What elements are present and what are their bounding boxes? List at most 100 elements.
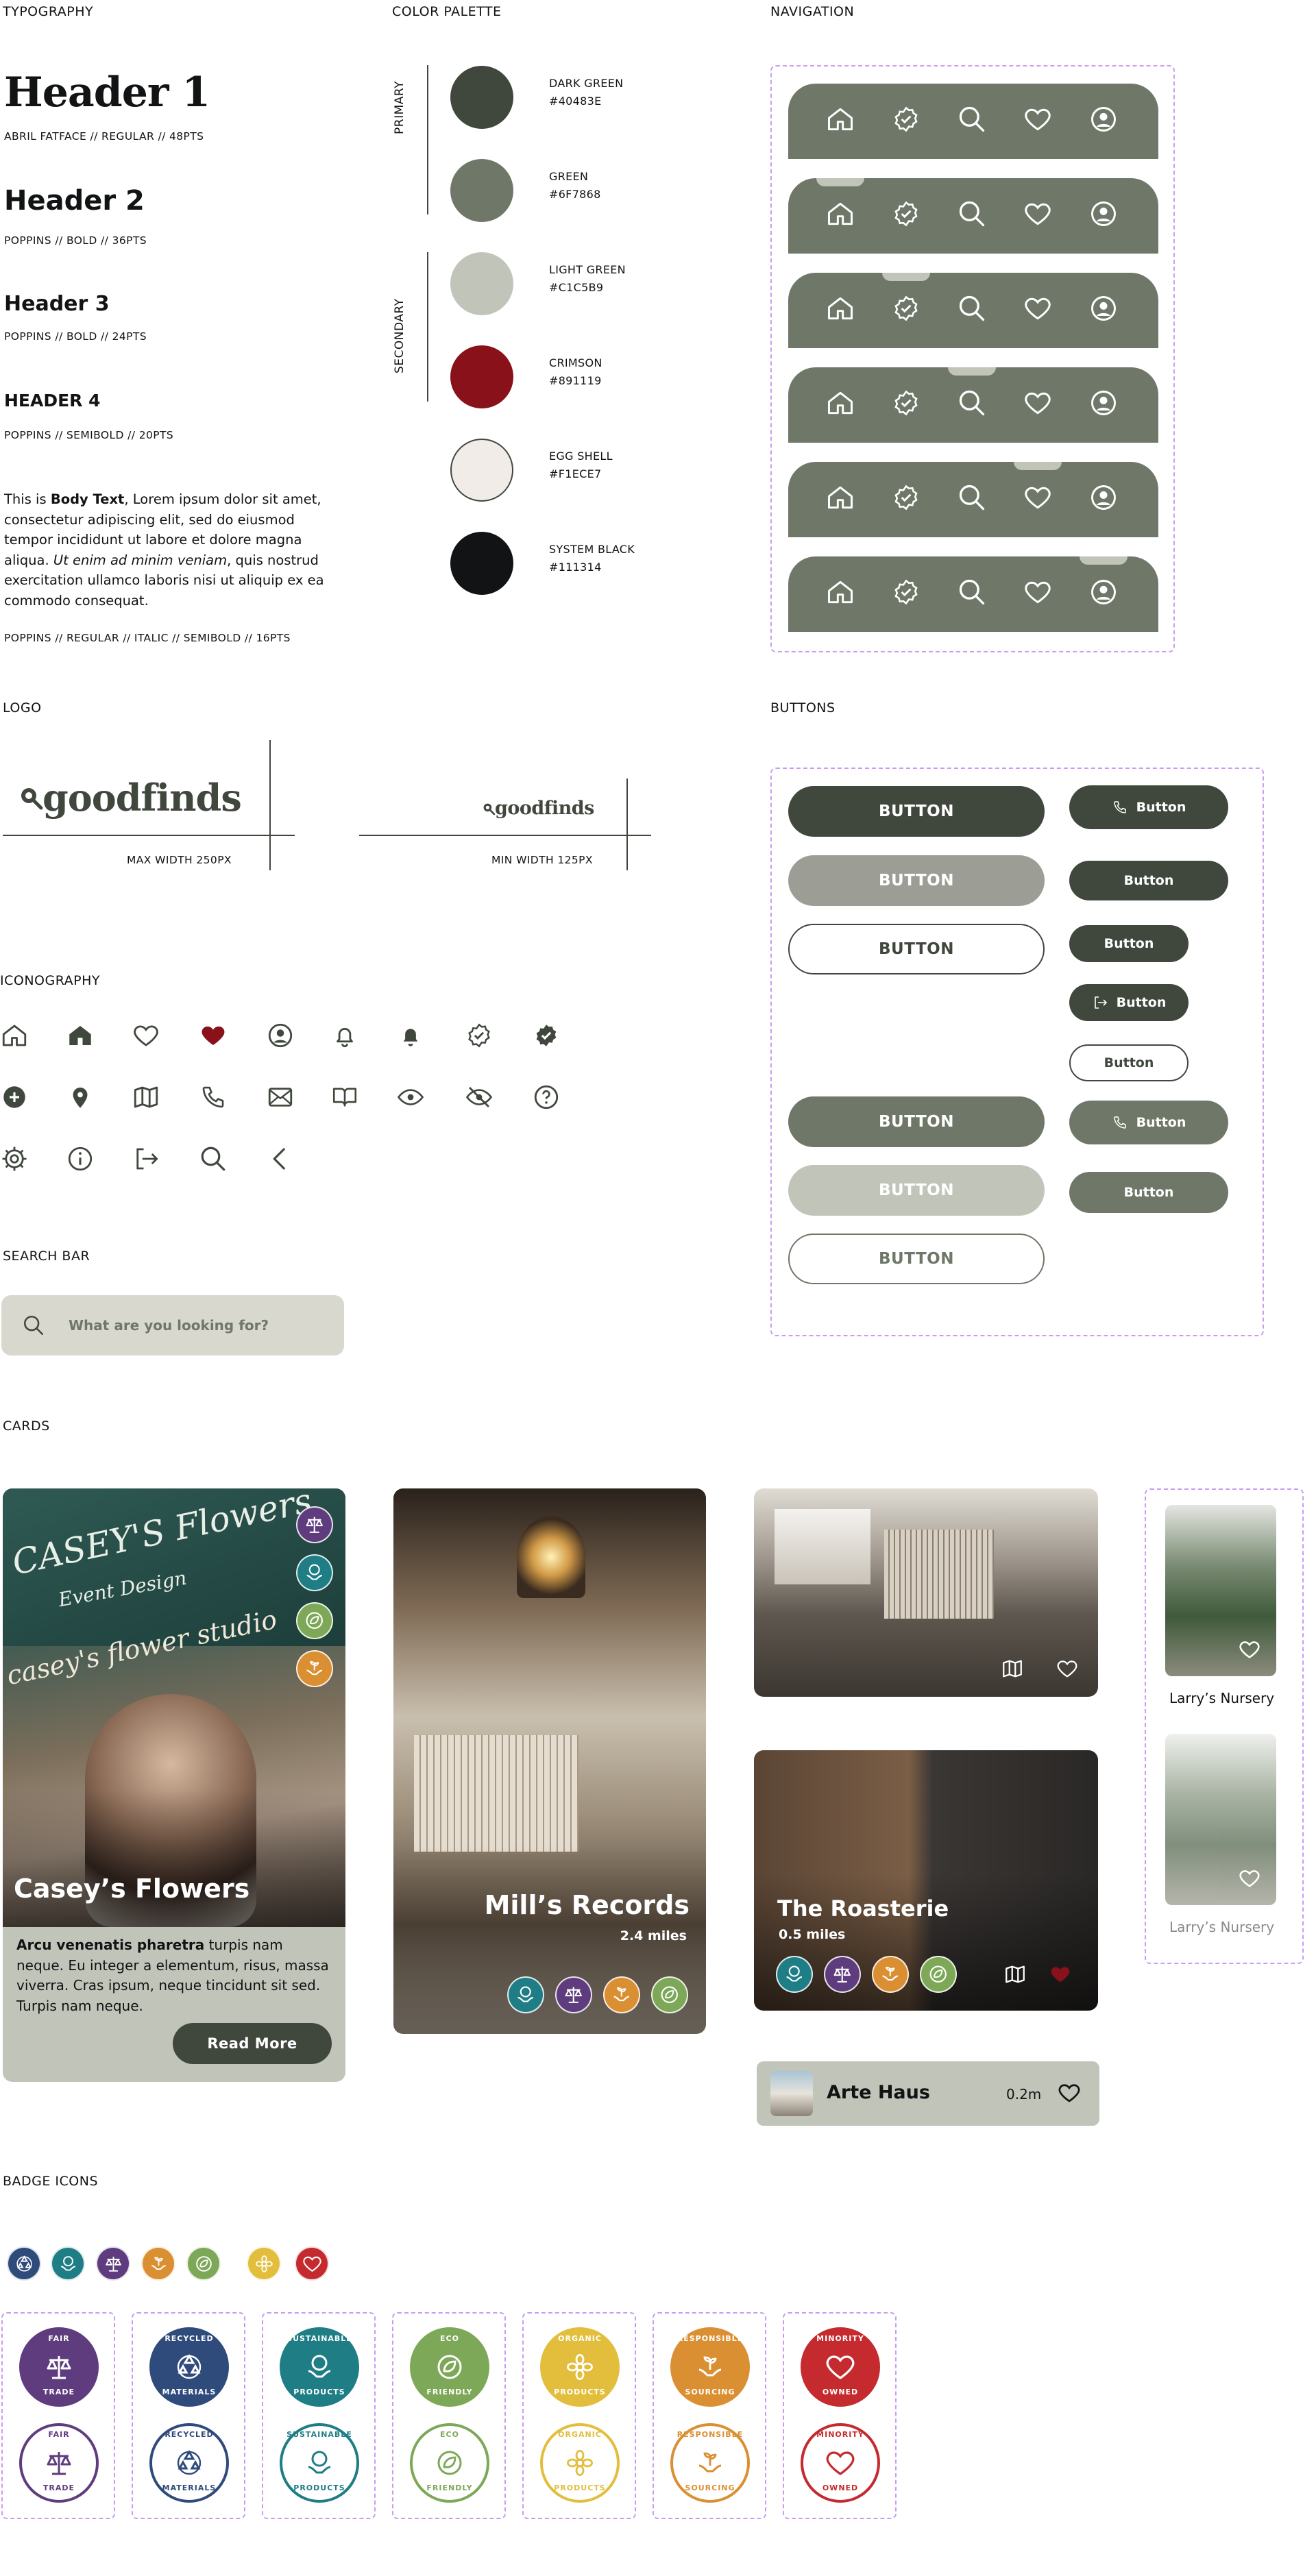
heart-filled-icon[interactable] bbox=[199, 1021, 228, 1050]
home-icon[interactable] bbox=[0, 1021, 29, 1050]
verified-icon[interactable] bbox=[891, 577, 921, 607]
logo-min-label: MIN WIDTH 125PX bbox=[491, 854, 593, 866]
navbar[interactable] bbox=[788, 367, 1158, 443]
small-button[interactable]: Button bbox=[1069, 785, 1228, 829]
user-icon[interactable] bbox=[1088, 199, 1119, 229]
flower-icon bbox=[567, 2354, 593, 2380]
eye-icon[interactable] bbox=[396, 1083, 425, 1112]
large-button[interactable]: BUTTON bbox=[788, 1096, 1045, 1147]
heart-icon[interactable] bbox=[1023, 199, 1053, 229]
card-caseys-flowers[interactable]: CASEY'S Flowers Event Design casey's flo… bbox=[3, 1488, 345, 2082]
large-button[interactable]: BUTTON bbox=[788, 786, 1045, 837]
heart-icon[interactable] bbox=[1023, 388, 1053, 418]
user-icon[interactable] bbox=[1088, 577, 1119, 607]
home-icon[interactable] bbox=[825, 482, 855, 513]
back-icon[interactable] bbox=[266, 1144, 295, 1173]
user-icon[interactable] bbox=[1088, 104, 1119, 134]
navbar[interactable] bbox=[788, 178, 1158, 254]
search-icon[interactable] bbox=[199, 1144, 228, 1173]
verified-icon[interactable] bbox=[891, 388, 921, 418]
large-button[interactable]: BUTTON bbox=[788, 855, 1045, 906]
verified-filled-icon[interactable] bbox=[532, 1021, 561, 1050]
card-mills-records[interactable]: Mill’s Records 2.4 miles bbox=[393, 1488, 706, 2034]
large-button[interactable]: BUTTON bbox=[788, 924, 1045, 974]
home-icon[interactable] bbox=[825, 388, 855, 418]
heart-icon[interactable] bbox=[1023, 482, 1053, 513]
user-icon[interactable] bbox=[1088, 482, 1119, 513]
location-pin-icon[interactable] bbox=[66, 1083, 95, 1112]
search-bar[interactable]: What are you looking for? bbox=[1, 1295, 344, 1356]
verified-icon[interactable] bbox=[891, 199, 921, 229]
map-icon[interactable] bbox=[1001, 1657, 1024, 1680]
heart-icon[interactable] bbox=[1023, 577, 1053, 607]
header-3-sample: Header 3 bbox=[4, 292, 110, 316]
small-button[interactable]: Button bbox=[1069, 861, 1228, 900]
search-icon[interactable] bbox=[957, 482, 987, 513]
mail-icon[interactable] bbox=[266, 1083, 295, 1112]
card-record-store-photo[interactable] bbox=[754, 1488, 1098, 1697]
small-button[interactable]: Button bbox=[1069, 1101, 1228, 1144]
heart-icon[interactable] bbox=[1238, 1867, 1261, 1890]
verified-icon[interactable] bbox=[465, 1021, 494, 1050]
heart-icon[interactable] bbox=[1056, 1657, 1079, 1680]
header-4-sample: HEADER 4 bbox=[4, 391, 101, 410]
settings-icon[interactable] bbox=[0, 1144, 29, 1173]
color-hex: #40483E bbox=[549, 95, 602, 108]
small-button[interactable]: Button bbox=[1069, 1044, 1189, 1081]
badge-top-text: ECO bbox=[440, 2334, 459, 2343]
heart-icon bbox=[302, 2256, 321, 2272]
logout-icon[interactable] bbox=[132, 1144, 160, 1173]
large-button[interactable]: BUTTON bbox=[788, 1234, 1045, 1284]
search-input[interactable]: What are you looking for? bbox=[69, 1317, 269, 1334]
phone-icon[interactable] bbox=[199, 1083, 228, 1112]
read-more-button[interactable]: Read More bbox=[173, 2023, 332, 2064]
heart-icon bbox=[826, 2355, 855, 2379]
user-icon[interactable] bbox=[1088, 388, 1119, 418]
search-icon[interactable] bbox=[957, 199, 987, 229]
card-the-roasterie[interactable]: The Roasterie 0.5 miles bbox=[754, 1750, 1098, 2011]
home-icon[interactable] bbox=[825, 293, 855, 323]
home-icon[interactable] bbox=[825, 577, 855, 607]
heart-icon[interactable] bbox=[132, 1021, 160, 1050]
heart-icon[interactable] bbox=[1023, 104, 1053, 134]
navbar[interactable] bbox=[788, 84, 1158, 159]
search-icon[interactable] bbox=[957, 104, 987, 134]
book-icon[interactable] bbox=[330, 1083, 359, 1112]
map-icon[interactable] bbox=[132, 1083, 160, 1112]
plus-circle-icon[interactable] bbox=[0, 1083, 29, 1112]
verified-icon[interactable] bbox=[891, 293, 921, 323]
verified-icon[interactable] bbox=[891, 104, 921, 134]
search-icon[interactable] bbox=[957, 577, 987, 607]
heart-icon[interactable] bbox=[1238, 1638, 1261, 1661]
search-icon[interactable] bbox=[957, 388, 987, 418]
small-button[interactable]: Button bbox=[1069, 925, 1189, 962]
heart-icon[interactable] bbox=[1057, 2081, 1082, 2105]
user-icon[interactable] bbox=[266, 1021, 295, 1050]
navbar[interactable] bbox=[788, 462, 1158, 537]
heart-filled-icon[interactable] bbox=[1049, 1963, 1072, 1986]
home-filled-icon[interactable] bbox=[66, 1021, 95, 1050]
small-button[interactable]: Button bbox=[1069, 984, 1189, 1021]
home-icon[interactable] bbox=[825, 199, 855, 229]
bell-icon[interactable] bbox=[330, 1021, 359, 1050]
info-icon[interactable] bbox=[66, 1144, 95, 1173]
larrys-photo-1[interactable] bbox=[1165, 1505, 1276, 1676]
small-button[interactable]: Button bbox=[1069, 1172, 1228, 1213]
navbar[interactable] bbox=[788, 273, 1158, 348]
home-icon[interactable] bbox=[825, 104, 855, 134]
eye-off-icon[interactable] bbox=[465, 1083, 494, 1112]
verified-icon[interactable] bbox=[891, 482, 921, 513]
large-button[interactable]: BUTTON bbox=[788, 1165, 1045, 1216]
larrys-photo-2[interactable] bbox=[1165, 1734, 1276, 1905]
small-button-label: Button bbox=[1123, 1185, 1174, 1200]
record-store-window bbox=[775, 1509, 870, 1584]
navbar[interactable] bbox=[788, 556, 1158, 632]
leaf-globe-icon bbox=[929, 1965, 947, 1983]
search-icon[interactable] bbox=[957, 293, 987, 323]
user-icon[interactable] bbox=[1088, 293, 1119, 323]
map-icon[interactable] bbox=[1003, 1963, 1027, 1986]
heart-icon[interactable] bbox=[1023, 293, 1053, 323]
help-icon[interactable] bbox=[532, 1083, 561, 1112]
card-arte-haus[interactable]: Arte Haus 0.2m bbox=[757, 2061, 1099, 2126]
bell-filled-icon[interactable] bbox=[396, 1021, 425, 1050]
